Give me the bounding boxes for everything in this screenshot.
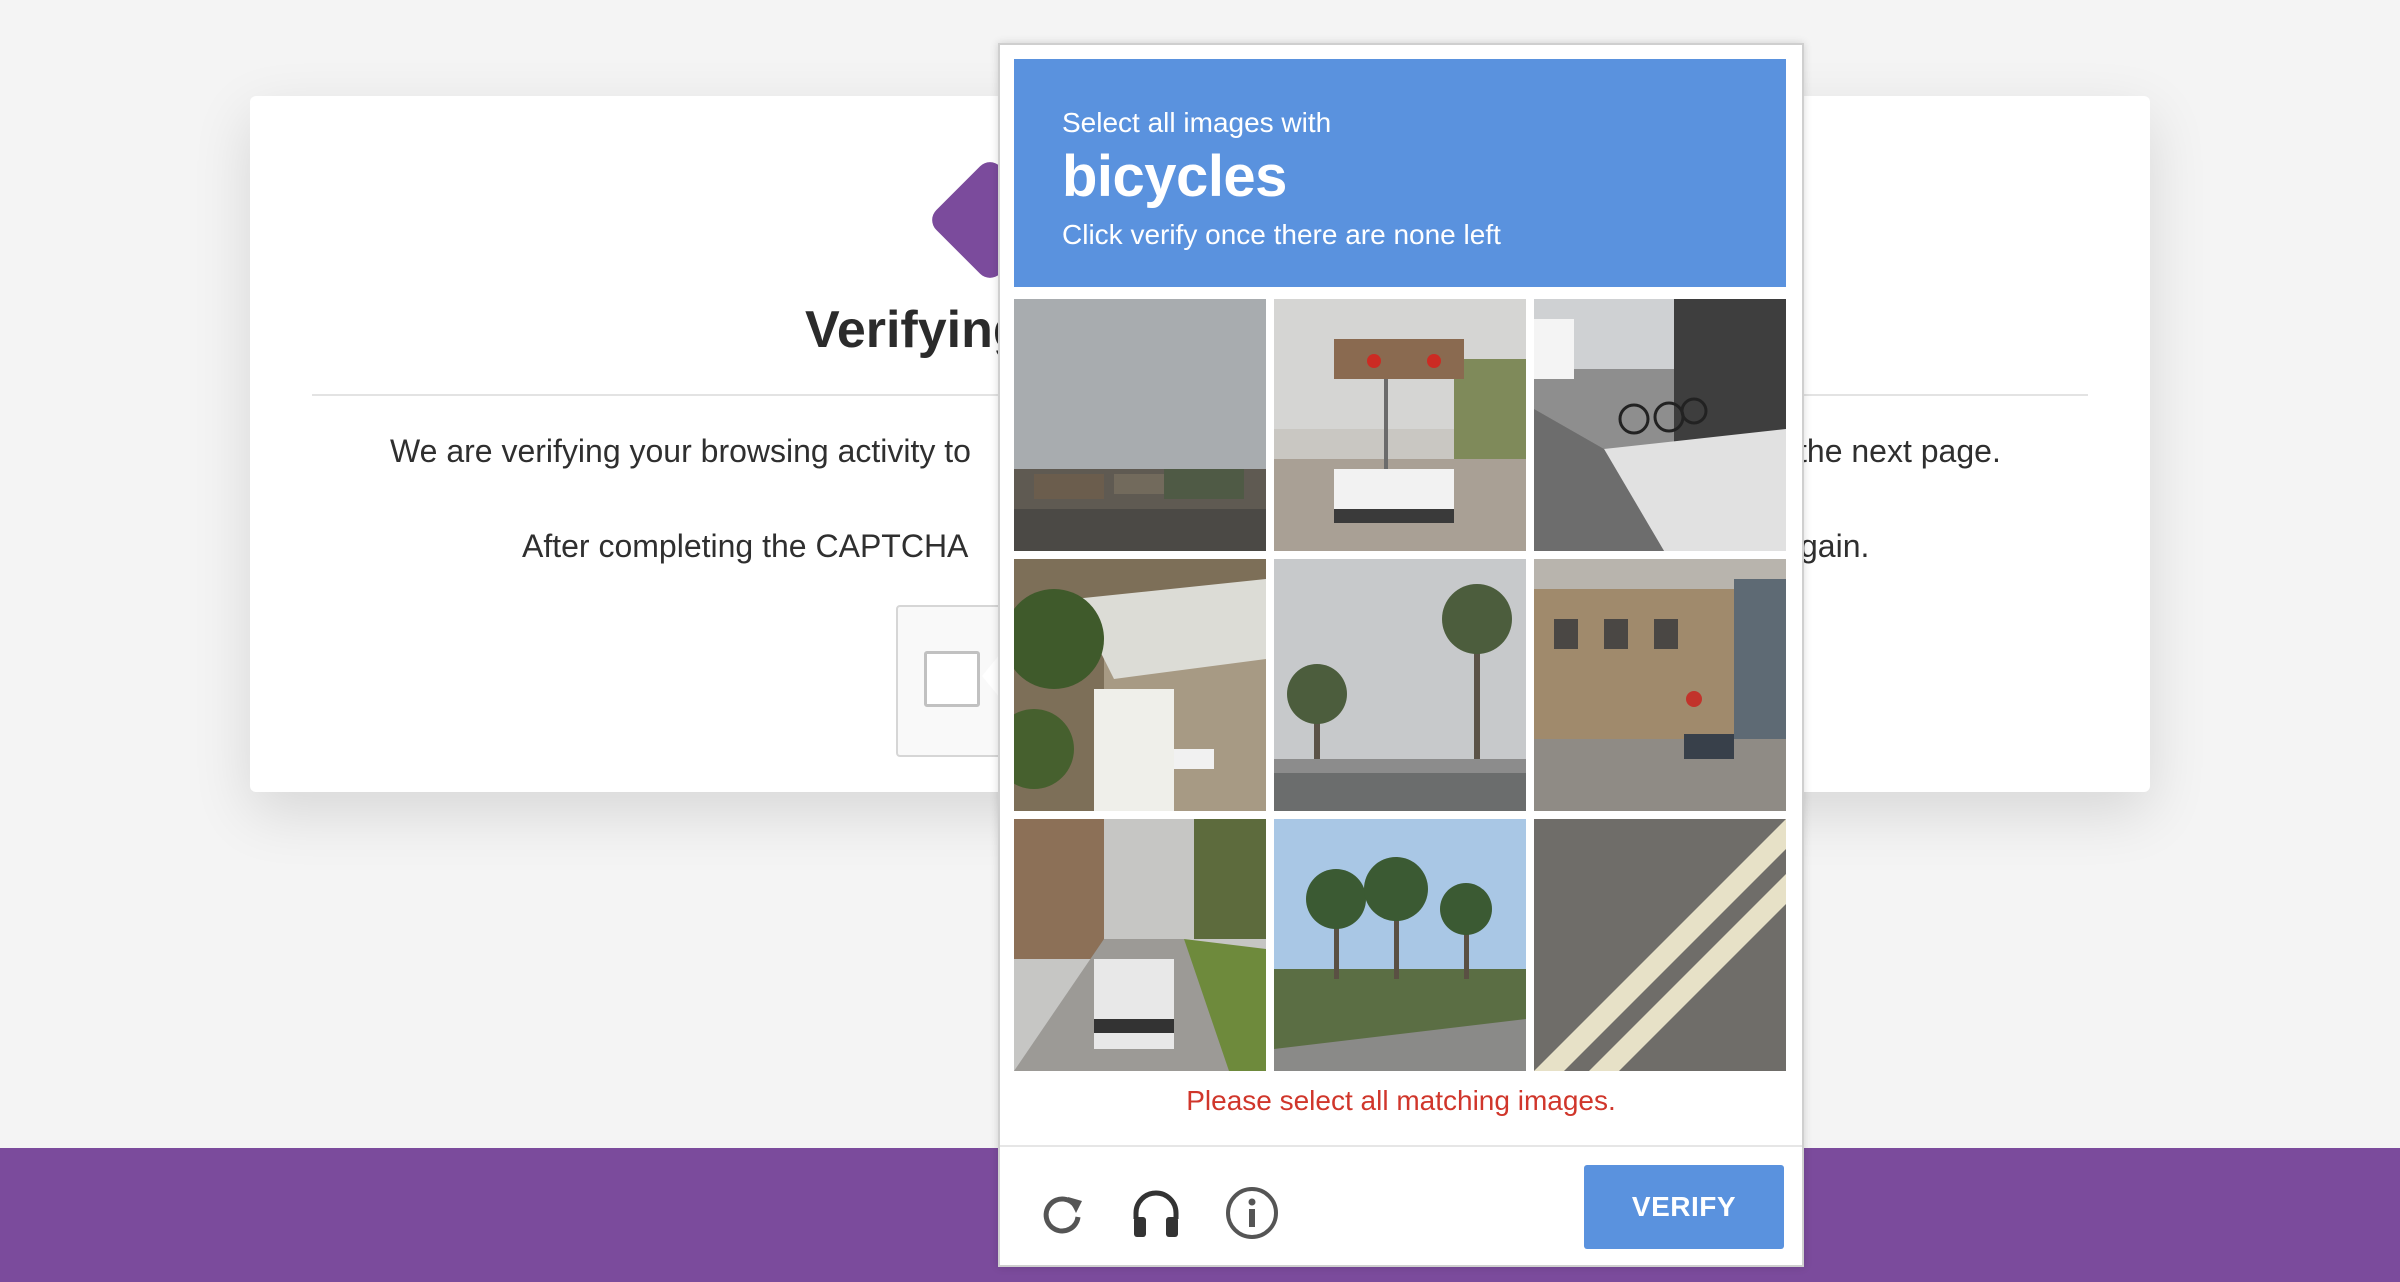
house-awning-image (1014, 559, 1266, 811)
parked-bicycles-sidewalk-image (1534, 299, 1786, 551)
page-title: Verifying (805, 301, 1025, 359)
palm-trees-field-image (1274, 819, 1526, 1071)
road-car-trees-image (1014, 819, 1266, 1071)
road-markings-image (1534, 819, 1786, 1071)
tile-road-markings-image[interactable] (1534, 819, 1786, 1071)
recaptcha-checkbox[interactable] (924, 651, 980, 707)
tile-palm-trees-field-image[interactable] (1274, 819, 1526, 1071)
street-horizon-image (1014, 299, 1266, 551)
captcha-challenge-popup: Select all images with bicycles Click ve… (998, 43, 1804, 1267)
image-grid (1014, 299, 1786, 1073)
tile-street-horizon-image[interactable] (1014, 299, 1266, 551)
challenge-subtext: Click verify once there are none left (1062, 219, 1501, 250)
reload-icon (1043, 1196, 1082, 1234)
traffic-light-truck-image (1274, 299, 1526, 551)
tile-traffic-light-truck-image[interactable] (1274, 299, 1526, 551)
challenge-instruction: Select all images with (1062, 107, 1332, 138)
palm-trees-road-image (1274, 559, 1526, 811)
verify-button[interactable]: VERIFY (1584, 1165, 1784, 1249)
verification-text-right: the next page. (1798, 433, 2001, 469)
help-info-button[interactable] (1222, 1183, 1282, 1243)
tile-brick-building-street-image[interactable] (1534, 559, 1786, 811)
headphones-icon (1133, 1190, 1179, 1237)
challenge-header: Select all images with bicycles Click ve… (1014, 59, 1786, 287)
verification-text-left: We are verifying your browsing activity … (390, 433, 971, 469)
tile-palm-trees-road-image[interactable] (1274, 559, 1526, 811)
captcha-text-left: After completing the CAPTCHA (522, 528, 969, 564)
audio-challenge-button[interactable] (1126, 1183, 1186, 1243)
page: Verifying We are verifying your browsing… (0, 0, 2400, 1282)
footer-divider (1000, 1145, 1802, 1147)
tile-road-car-trees-image[interactable] (1014, 819, 1266, 1071)
challenge-target-word: bicycles (1062, 144, 1287, 209)
tile-parked-bicycles-sidewalk-image[interactable] (1534, 299, 1786, 551)
error-message: Please select all matching images. (1186, 1085, 1616, 1116)
brick-building-street-image (1534, 559, 1786, 811)
captcha-text-right: gain. (1800, 528, 1870, 564)
reload-button[interactable] (1032, 1183, 1092, 1243)
info-icon (1226, 1187, 1278, 1239)
tile-house-awning-image[interactable] (1014, 559, 1266, 811)
